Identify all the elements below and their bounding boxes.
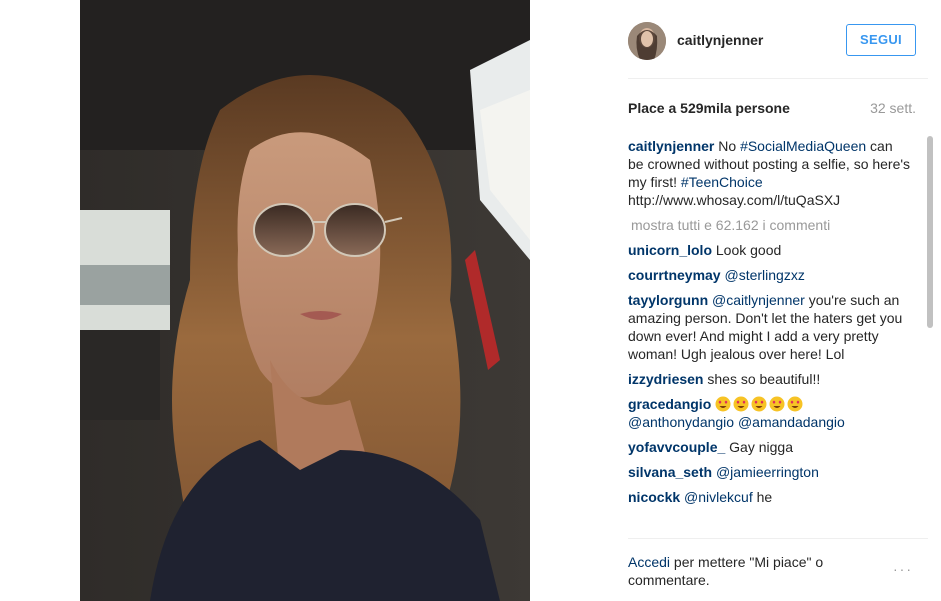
comment: courrtneymay @sterlingzxz — [628, 266, 912, 284]
heart-eyes-emoji-icon — [787, 396, 803, 412]
comment: gracedangio @anthonydangio @amandadangio — [628, 395, 912, 431]
comment-username[interactable]: yofavvcouple_ — [628, 439, 725, 455]
caption-text: No — [714, 138, 741, 154]
comment: tayylorgunn @caitlynjenner you're such a… — [628, 291, 912, 363]
more-options-icon[interactable]: ··· — [893, 561, 913, 577]
view-all-comments[interactable]: mostra tutti e 62.162 i commenti — [631, 216, 912, 234]
comment-username[interactable]: nicockk — [628, 489, 680, 505]
comment-username[interactable]: izzydriesen — [628, 371, 703, 387]
comment-username[interactable]: unicorn_lolo — [628, 242, 712, 258]
comment-mention[interactable]: @amandadangio — [738, 414, 845, 430]
comment: unicorn_lolo Look good — [628, 241, 912, 259]
heart-eyes-emoji-icon — [769, 396, 785, 412]
scrollbar-thumb[interactable] — [927, 136, 933, 328]
comment-mention[interactable]: @jamieerrington — [716, 464, 819, 480]
comment-username[interactable]: gracedangio — [628, 396, 711, 412]
comment-mention[interactable]: @anthonydangio — [628, 414, 734, 430]
post-footer: Accedi per mettere "Mi piace" o commenta… — [628, 538, 928, 599]
caption-username[interactable]: caitlynjenner — [628, 138, 714, 154]
heart-eyes-emoji-icon — [733, 396, 749, 412]
comment-text: Look good — [712, 242, 782, 258]
selfie-image — [80, 0, 530, 601]
avatar-image — [628, 22, 666, 60]
heart-eyes-emoji-icon — [751, 396, 767, 412]
caption-link: http://www.whosay.com/l/tuQaSXJ — [628, 192, 841, 208]
comment: nicockk @nivlekcuf he — [628, 488, 912, 506]
comment-username[interactable]: silvana_seth — [628, 464, 712, 480]
caption-hashtag[interactable]: #SocialMediaQueen — [740, 138, 866, 154]
comment: izzydriesen shes so beautiful!! — [628, 370, 912, 388]
comments-list: caitlynjenner No #SocialMediaQueen can b… — [628, 137, 912, 529]
comment-text: Gay nigga — [725, 439, 793, 455]
likes-number: 529mila persone — [680, 100, 790, 116]
avatar[interactable] — [628, 22, 666, 60]
comment-username[interactable]: courrtneymay — [628, 267, 721, 283]
follow-button[interactable]: SEGUI — [846, 24, 916, 56]
caption: caitlynjenner No #SocialMediaQueen can b… — [628, 137, 912, 209]
comment-mention[interactable]: @sterlingzxz — [724, 267, 804, 283]
comment-text: he — [752, 489, 773, 505]
likes-count[interactable]: Place a 529mila persone — [628, 100, 790, 116]
post-username[interactable]: caitlynjenner — [677, 32, 763, 48]
likes-prefix: Place a — [628, 100, 677, 116]
likes-row: Place a 529mila persone 32 sett. — [628, 96, 916, 120]
heart-eyes-emoji-row — [715, 396, 805, 412]
comment: yofavvcouple_ Gay nigga — [628, 438, 912, 456]
comments-scrollbar[interactable] — [925, 132, 935, 532]
post-sidebar: caitlynjenner SEGUI Place a 529mila pers… — [612, 0, 941, 601]
post-header: caitlynjenner SEGUI — [628, 20, 928, 79]
login-link[interactable]: Accedi — [628, 554, 670, 570]
post-time[interactable]: 32 sett. — [870, 100, 916, 116]
login-prompt: Accedi per mettere "Mi piace" o commenta… — [628, 553, 858, 589]
comment-mention[interactable]: @caitlynjenner — [712, 292, 805, 308]
comment-username[interactable]: tayylorgunn — [628, 292, 708, 308]
post-photo[interactable] — [80, 0, 530, 601]
comment-mention[interactable]: @nivlekcuf — [684, 489, 753, 505]
left-gutter — [0, 0, 80, 601]
comment: silvana_seth @jamieerrington — [628, 463, 912, 481]
heart-eyes-emoji-icon — [715, 396, 731, 412]
caption-hashtag[interactable]: #TeenChoice — [681, 174, 763, 190]
comment-text: shes so beautiful!! — [703, 371, 821, 387]
